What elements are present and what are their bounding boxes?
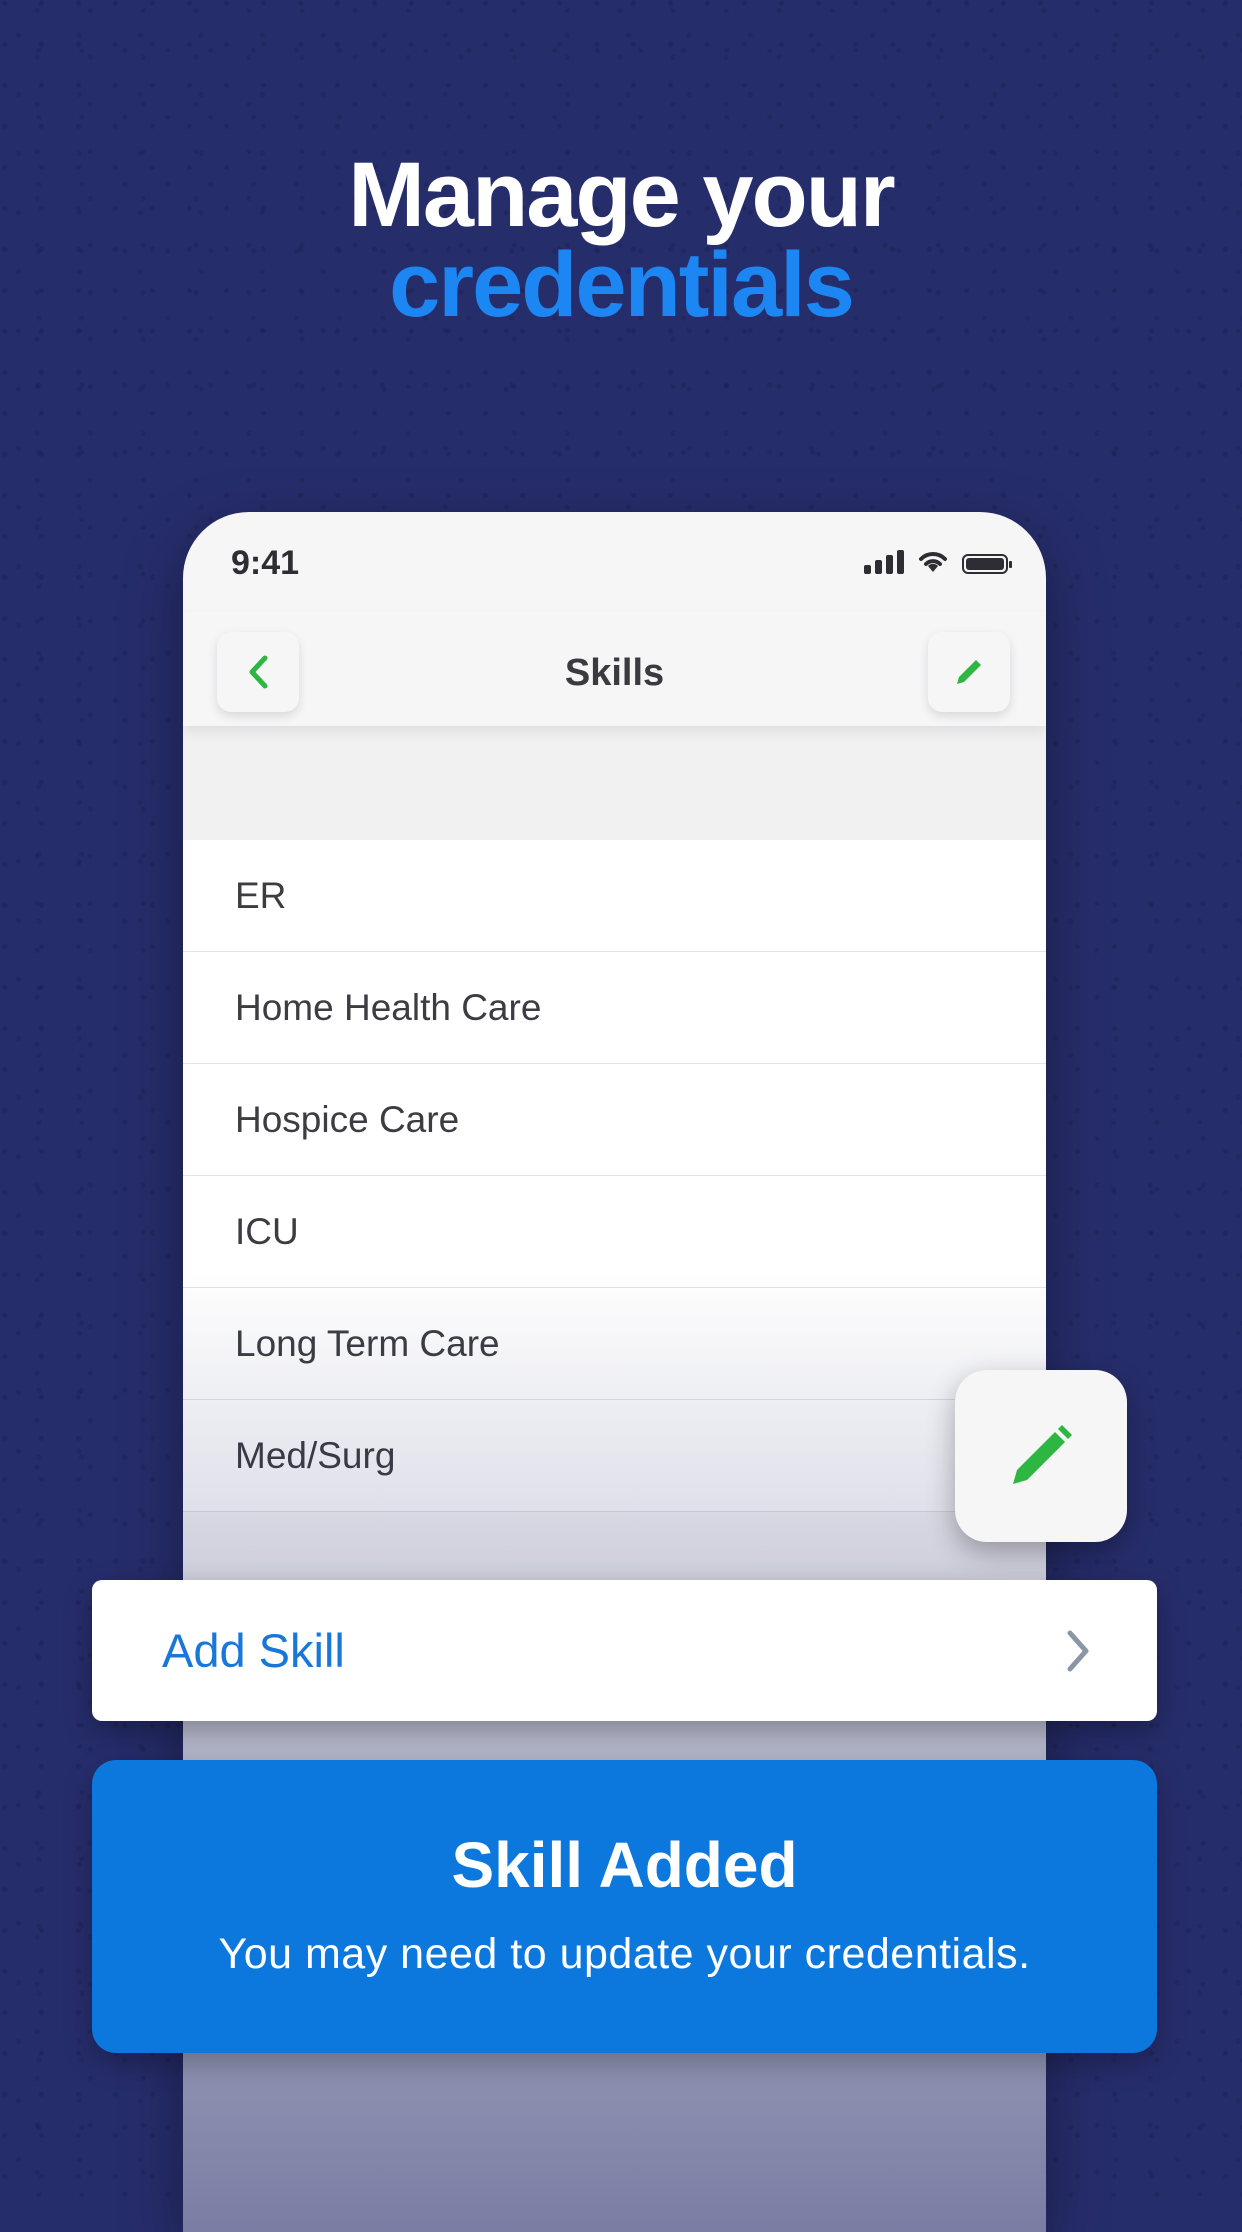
toast-message: You may need to update your credentials. — [218, 1930, 1031, 1978]
headline-line2: credentials — [389, 234, 855, 336]
list-item[interactable]: ER — [183, 840, 1046, 952]
pencil-icon — [957, 660, 981, 684]
status-time: 9:41 — [231, 544, 300, 582]
list-item[interactable]: Long Term Care — [183, 1288, 1046, 1400]
skill-added-toast: Skill Added You may need to update your … — [92, 1760, 1157, 2053]
nav-bar: Skills — [183, 612, 1046, 726]
add-skill-label: Add Skill — [162, 1624, 345, 1677]
battery-icon — [962, 554, 1012, 574]
toast-title: Skill Added — [451, 1829, 798, 1901]
list-item[interactable]: ICU — [183, 1176, 1046, 1288]
pencil-icon — [1013, 1425, 1072, 1484]
headline-line1: Manage your — [348, 144, 895, 246]
edit-button[interactable] — [928, 632, 1010, 712]
list-header-spacer — [183, 726, 1046, 840]
list-item[interactable]: Med/Surg — [183, 1400, 1046, 1512]
list-item[interactable]: Hospice Care — [183, 1064, 1046, 1176]
wifi-icon — [919, 552, 947, 572]
list-item[interactable]: Home Health Care — [183, 952, 1046, 1064]
signal-icon — [864, 548, 904, 574]
status-icons — [864, 548, 1012, 574]
chevron-right-icon — [1067, 1630, 1089, 1671]
edit-fab-button[interactable] — [955, 1370, 1127, 1542]
status-bar: 9:41 — [183, 512, 1046, 622]
page-title: Skills — [564, 652, 665, 694]
add-skill-button[interactable]: Add Skill — [92, 1580, 1157, 1721]
headline: Manage your credentials — [0, 144, 1242, 336]
skills-list: ER Home Health Care Hospice Care ICU Lon… — [183, 840, 1046, 1512]
